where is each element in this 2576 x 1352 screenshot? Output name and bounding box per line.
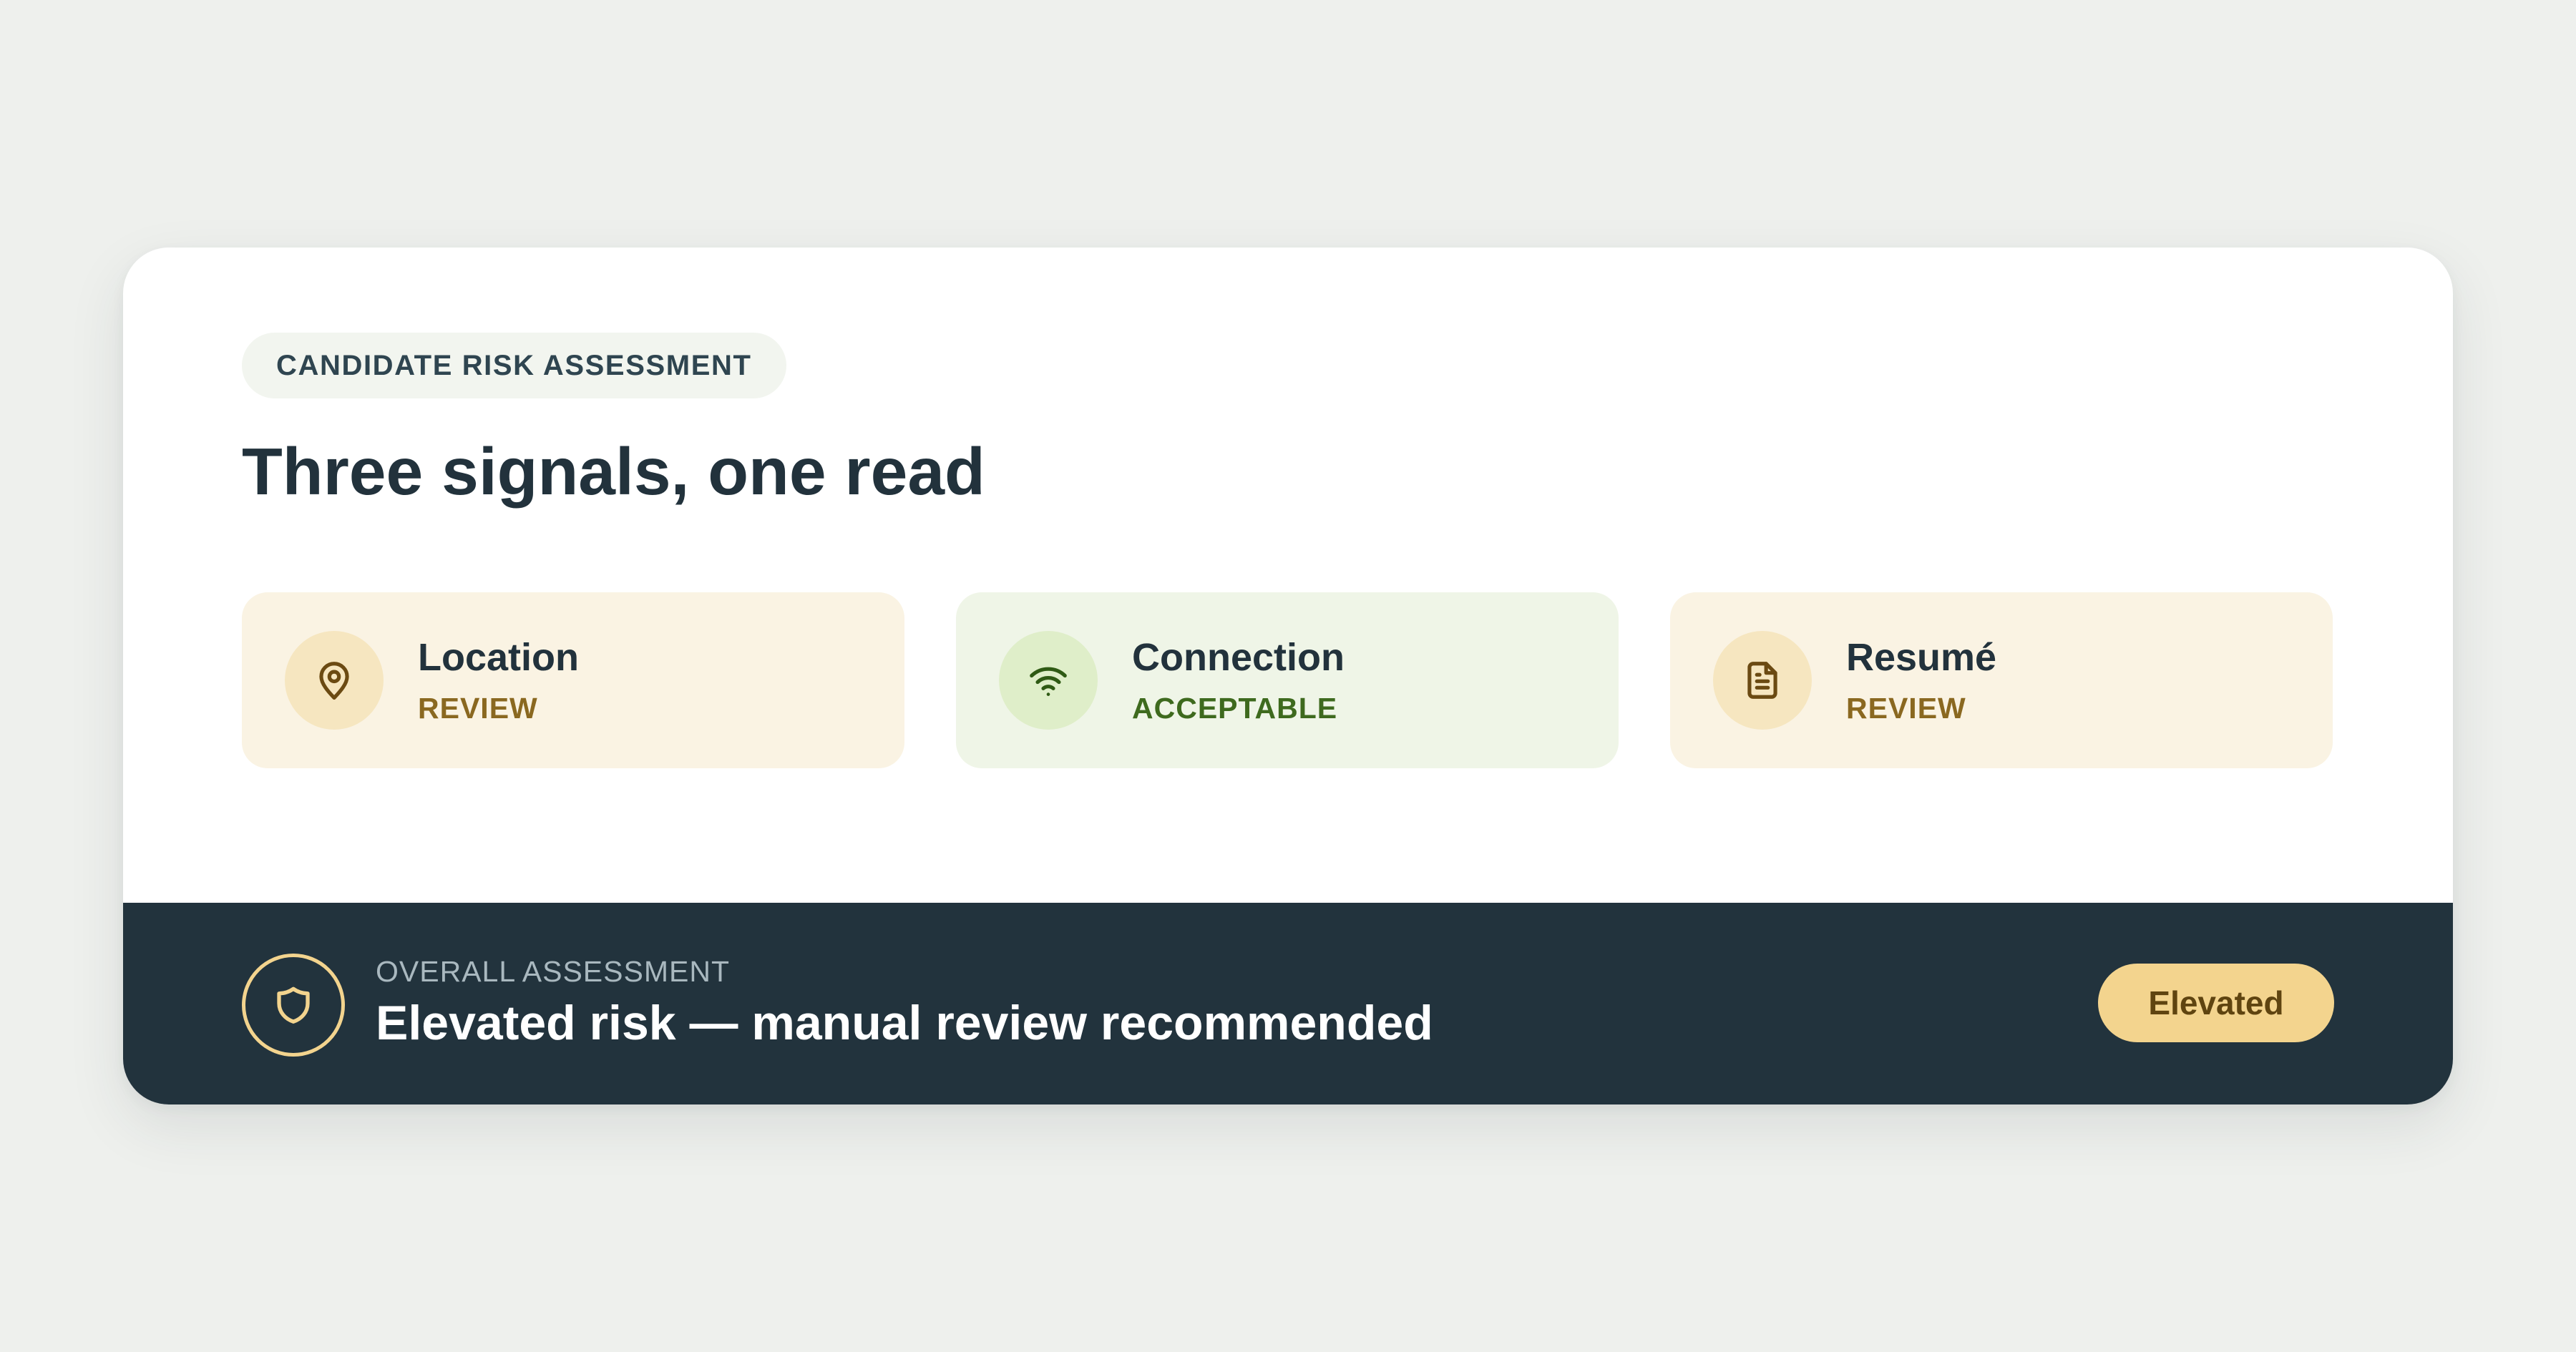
shield-icon	[277, 986, 310, 1024]
signal-name: Resumé	[1846, 636, 1997, 679]
resume-badge	[1713, 631, 1812, 730]
risk-assessment-card: CANDIDATE RISK ASSESSMENT Three signals,…	[123, 248, 2453, 1104]
overall-verdict: Elevated risk — manual review recommende…	[376, 996, 1433, 1050]
overall-label: OVERALL ASSESSMENT	[376, 955, 730, 988]
document-icon	[1747, 662, 1777, 699]
signal-name: Location	[418, 636, 579, 679]
signal-name: Connection	[1132, 636, 1345, 679]
signal-status: REVIEW	[1846, 692, 1966, 725]
risk-level-badge[interactable]: Elevated	[2098, 964, 2334, 1042]
location-badge	[285, 631, 384, 730]
signal-card-resume[interactable]: Resumé REVIEW	[1670, 592, 2333, 768]
shield-badge	[242, 954, 345, 1057]
location-pin-icon	[319, 662, 349, 700]
overall-assessment-bar: OVERALL ASSESSMENT Elevated risk — manua…	[123, 903, 2453, 1104]
signal-status: ACCEPTABLE	[1132, 692, 1338, 725]
signal-card-location[interactable]: Location REVIEW	[242, 592, 904, 768]
wifi-icon	[1030, 667, 1067, 696]
card-title: Three signals, one read	[242, 434, 985, 509]
signal-card-connection[interactable]: Connection ACCEPTABLE	[956, 592, 1619, 768]
section-eyebrow: CANDIDATE RISK ASSESSMENT	[242, 333, 786, 398]
connection-badge	[999, 631, 1098, 730]
signals-row: Location REVIEW Connection ACCEPTABLE Re…	[242, 592, 2333, 768]
signal-status: REVIEW	[418, 692, 538, 725]
